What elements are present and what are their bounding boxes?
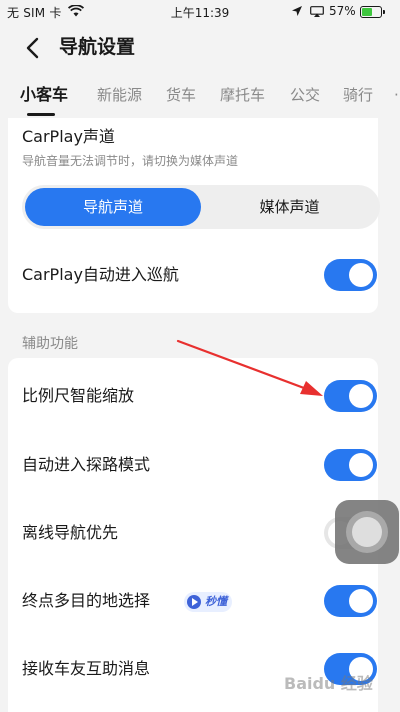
carplay-channel-title: CarPlay声道 xyxy=(22,127,115,146)
battery-fill xyxy=(362,8,372,16)
auto-explore-mode-label: 自动进入探路模式 xyxy=(22,455,151,474)
tab-new-energy[interactable]: 新能源 xyxy=(97,82,142,108)
carplay-settings-card: CarPlay声道 导航音量无法调节时，请切换为媒体声道 导航声道 媒体声道 C… xyxy=(8,118,380,313)
watermark: Baidu 经验 xyxy=(284,674,373,693)
tab-bus[interactable]: 公交 xyxy=(290,82,320,108)
scale-smart-zoom-toggle[interactable] xyxy=(324,380,377,412)
play-icon xyxy=(187,595,201,609)
tab-cycling[interactable]: 骑行 xyxy=(343,82,373,108)
multi-destination-toggle[interactable] xyxy=(324,585,377,617)
carplay-auto-cruise-label: CarPlay自动进入巡航 xyxy=(22,265,179,284)
battery-icon xyxy=(360,6,385,18)
active-tab-indicator xyxy=(27,113,55,116)
status-bar: 无 SIM 卡 上午11:39 57% xyxy=(0,0,400,26)
battery-percent: 57% xyxy=(329,4,356,18)
carplay-auto-cruise-toggle[interactable] xyxy=(324,259,377,291)
explainer-badge-label: 秒懂 xyxy=(205,595,227,608)
assist-settings-card: 比例尺智能缩放 自动进入探路模式 离线导航优先 终点多目的地选择 接收车友互助消… xyxy=(8,358,378,712)
vehicle-tabs: 小客车 新能源 货车 摩托车 公交 骑行 · xyxy=(0,82,400,118)
channel-segmented-control: 导航声道 媒体声道 xyxy=(22,185,380,229)
screen-mirroring-icon xyxy=(310,6,324,17)
tab-overflow[interactable]: · xyxy=(394,82,399,108)
carplay-channel-desc: 导航音量无法调节时，请切换为媒体声道 xyxy=(22,154,239,168)
offline-nav-priority-label: 离线导航优先 xyxy=(22,523,119,542)
multi-destination-label: 终点多目的地选择 xyxy=(22,591,151,610)
tab-motorcycle[interactable]: 摩托车 xyxy=(220,82,265,108)
location-arrow-icon xyxy=(292,6,302,16)
nav-channel-option[interactable]: 导航声道 xyxy=(25,188,201,226)
explainer-badge[interactable]: 秒懂 xyxy=(184,592,232,612)
assist-section-header: 辅助功能 xyxy=(22,336,78,352)
nav-header: 导航设置 xyxy=(0,26,400,70)
tab-car[interactable]: 小客车 xyxy=(20,82,68,108)
tab-truck[interactable]: 货车 xyxy=(166,82,196,108)
receive-help-messages-label: 接收车友互助消息 xyxy=(22,659,151,678)
assistive-touch-button[interactable] xyxy=(335,500,399,564)
auto-explore-mode-toggle[interactable] xyxy=(324,449,377,481)
chevron-left-icon[interactable] xyxy=(20,34,48,62)
media-channel-option[interactable]: 媒体声道 xyxy=(202,185,377,229)
page-title: 导航设置 xyxy=(59,36,136,58)
scale-smart-zoom-label: 比例尺智能缩放 xyxy=(22,386,135,405)
